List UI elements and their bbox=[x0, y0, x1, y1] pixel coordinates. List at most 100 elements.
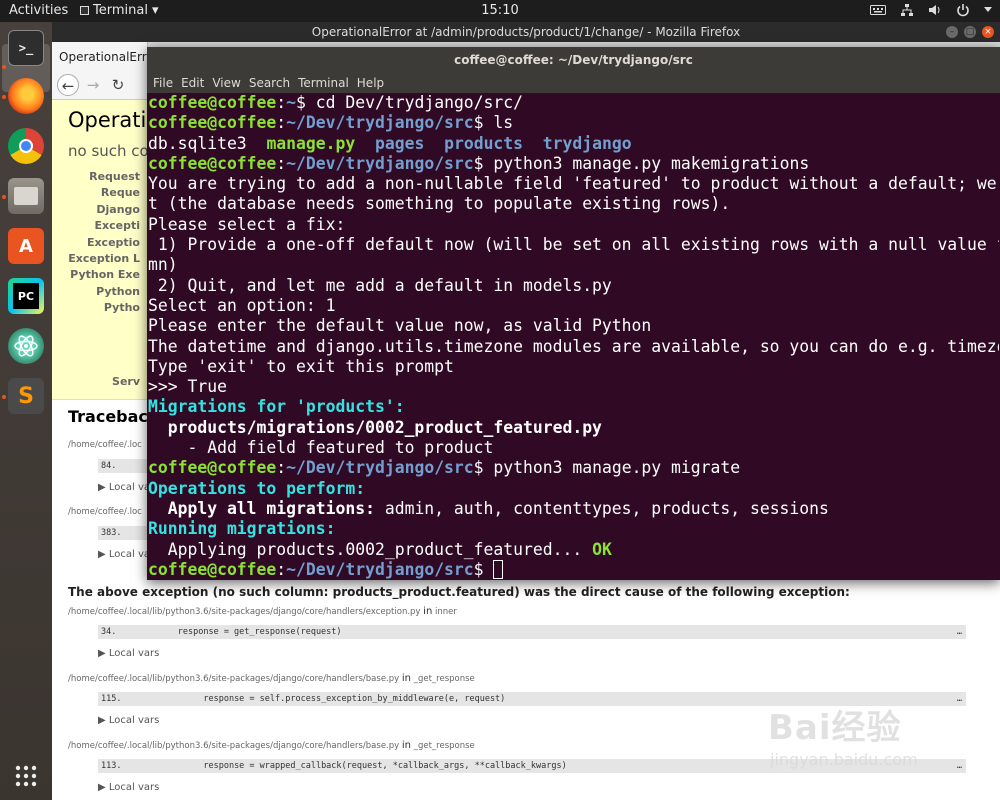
terminal-app-icon bbox=[80, 6, 89, 15]
minimize-icon[interactable]: – bbox=[946, 26, 958, 38]
terminal-line: coffee@coffee:~/Dev/trydjango/src$ ls bbox=[148, 113, 514, 133]
terminal-line: Operations to perform: bbox=[148, 478, 366, 498]
prompt-path: ~/Dev/trydjango/src bbox=[286, 113, 474, 133]
watermark-brand: Bai经验 bbox=[768, 708, 902, 748]
prompt-user: coffee@coffee bbox=[148, 113, 277, 133]
prompt-user: coffee@coffee bbox=[148, 93, 277, 112]
back-icon[interactable]: ← bbox=[57, 74, 79, 96]
frame-line-number: 115. bbox=[101, 694, 122, 704]
maximize-icon[interactable]: □ bbox=[964, 26, 976, 38]
dock-terminal-icon[interactable]: >_ bbox=[8, 30, 44, 66]
frame-code: response = wrapped_callback(request, *ca… bbox=[121, 761, 567, 771]
menu-help[interactable]: Help bbox=[355, 73, 386, 93]
terminal-line: coffee@coffee:~/Dev/trydjango/src$ bbox=[148, 559, 999, 580]
menu-view[interactable]: View bbox=[210, 73, 242, 93]
system-tray[interactable] bbox=[870, 3, 992, 17]
terminal-menubar: File Edit View Search Terminal Help bbox=[147, 73, 1000, 93]
meta-label: Exceptio bbox=[86, 236, 140, 249]
menu-search[interactable]: Search bbox=[247, 73, 292, 93]
frame-path: /home/coffee/.local/lib/python3.6/site-p… bbox=[68, 740, 475, 751]
app-menu[interactable]: Terminal ▾ bbox=[80, 3, 158, 18]
frame-line-number: 113. bbox=[101, 761, 122, 771]
command: python3 manage.py migrate bbox=[483, 458, 741, 478]
activities-button[interactable]: Activities bbox=[9, 3, 68, 18]
terminal-line: t (the database needs something to popul… bbox=[148, 194, 731, 214]
meta-label: Pytho bbox=[103, 301, 140, 314]
meta-label: Request bbox=[89, 170, 140, 183]
dock-atom-icon[interactable] bbox=[8, 328, 44, 364]
reload-icon[interactable]: ↻ bbox=[107, 74, 129, 96]
terminal-line: coffee@coffee:~/Dev/trydjango/src$ pytho… bbox=[148, 153, 810, 173]
forward-icon[interactable]: → bbox=[82, 74, 104, 96]
local-vars-toggle[interactable]: ▶ Local vars bbox=[98, 715, 159, 726]
meta-label: Exception L bbox=[68, 252, 140, 265]
terminal-line: Select an option: 1 bbox=[148, 295, 336, 315]
frame-in-word: in bbox=[401, 673, 412, 684]
terminal-output[interactable]: coffee@coffee:~$ cd Dev/trydjango/src/co… bbox=[148, 93, 999, 580]
terminal-line: You are trying to add a non-nullable fie… bbox=[148, 174, 999, 194]
local-vars-toggle[interactable]: ▶ Local vars bbox=[98, 782, 159, 793]
prompt-path: ~/Dev/trydjango/src bbox=[286, 559, 474, 579]
frame-path: /home/coffee/.local/lib/python3.6/site-p… bbox=[68, 673, 475, 684]
frame-file: /home/coffee/.local/lib/python3.6/site-p… bbox=[68, 607, 421, 617]
app-menu-label: Terminal bbox=[93, 3, 148, 18]
terminal-line: coffee@coffee:~/Dev/trydjango/src$ pytho… bbox=[148, 458, 741, 478]
terminal-titlebar[interactable]: coffee@coffee: ~/Dev/trydjango/src bbox=[147, 47, 1000, 73]
command: ls bbox=[483, 113, 514, 133]
terminal-line: products/migrations/0002_product_feature… bbox=[148, 417, 602, 437]
command: cd Dev/trydjango/src/ bbox=[305, 93, 524, 112]
running-indicator bbox=[2, 395, 6, 399]
dock-software-center-icon[interactable]: A bbox=[8, 228, 44, 264]
dock-sublime-text-icon[interactable]: S bbox=[8, 378, 44, 414]
terminal-line: mn) bbox=[148, 255, 178, 275]
frame-file: /home/coffee/.local/lib/python3.6/site-p… bbox=[68, 741, 400, 751]
menu-file[interactable]: File bbox=[151, 73, 175, 93]
dock-firefox-icon[interactable] bbox=[8, 78, 44, 114]
network-icon[interactable] bbox=[900, 3, 914, 17]
menu-edit[interactable]: Edit bbox=[179, 73, 206, 93]
text-cursor bbox=[493, 559, 504, 579]
ls-executable: manage.py bbox=[266, 133, 356, 153]
running-indicator bbox=[2, 65, 6, 69]
volume-icon[interactable] bbox=[928, 3, 942, 17]
top-bar: Activities Terminal ▾ 15:10 bbox=[0, 0, 1000, 22]
command: python3 manage.py makemigrations bbox=[483, 153, 810, 173]
dock-chrome-icon[interactable] bbox=[8, 128, 44, 164]
apply-label: Apply all migrations: bbox=[148, 498, 375, 518]
clock[interactable]: 15:10 bbox=[481, 3, 518, 18]
terminal-line: The datetime and django.utils.timezone m… bbox=[148, 336, 999, 356]
browser-tab[interactable]: OperationalError bbox=[52, 42, 148, 70]
ok-status: OK bbox=[582, 539, 612, 559]
firefox-titlebar[interactable]: OperationalError at /admin/products/prod… bbox=[52, 22, 1000, 42]
frame-line-number: 84. bbox=[101, 461, 117, 471]
terminal-line: >>> True bbox=[148, 377, 227, 397]
terminal-line: Please enter the default value now, as v… bbox=[148, 316, 652, 336]
apply-list: admin, auth, contenttypes, products, ses… bbox=[374, 498, 829, 518]
tab-title: OperationalError bbox=[59, 50, 147, 64]
prompt-path: ~/Dev/trydjango/src bbox=[286, 153, 474, 173]
frame-code-line[interactable]: 34. response = get_response(request)… bbox=[98, 625, 966, 639]
running-indicator bbox=[2, 195, 6, 199]
meta-label: Excepti bbox=[94, 219, 141, 232]
ls-directory: products bbox=[444, 133, 524, 153]
dock-pycharm-icon[interactable]: PC bbox=[8, 278, 44, 314]
terminal-window: coffee@coffee: ~/Dev/trydjango/src File E… bbox=[147, 47, 1000, 580]
show-applications-icon[interactable] bbox=[8, 758, 44, 794]
menu-terminal[interactable]: Terminal bbox=[296, 73, 351, 93]
keyboard-icon[interactable] bbox=[870, 4, 886, 16]
frame-in-word: in bbox=[401, 740, 412, 751]
prompt-user: coffee@coffee bbox=[148, 458, 277, 478]
exception-cause-heading: The above exception (no such column: pro… bbox=[68, 585, 850, 599]
baidu-watermark: Bai经验 jingyan.baidu.com bbox=[768, 690, 968, 785]
terminal-line: Type 'exit' to exit this prompt bbox=[148, 356, 454, 376]
frame-function: _get_response bbox=[413, 674, 475, 684]
frame-line-number: 383. bbox=[101, 528, 122, 538]
terminal-line: Running migrations: bbox=[148, 519, 336, 539]
expand-context-icon[interactable]: … bbox=[957, 625, 962, 639]
frame-path: /home/coffee/.loc bbox=[68, 440, 142, 450]
power-icon[interactable] bbox=[956, 3, 970, 17]
local-vars-toggle[interactable]: ▶ Local vars bbox=[98, 648, 159, 659]
dock-files-icon[interactable] bbox=[8, 178, 44, 214]
close-icon[interactable]: × bbox=[982, 26, 994, 38]
chevron-down-icon[interactable] bbox=[984, 7, 992, 13]
